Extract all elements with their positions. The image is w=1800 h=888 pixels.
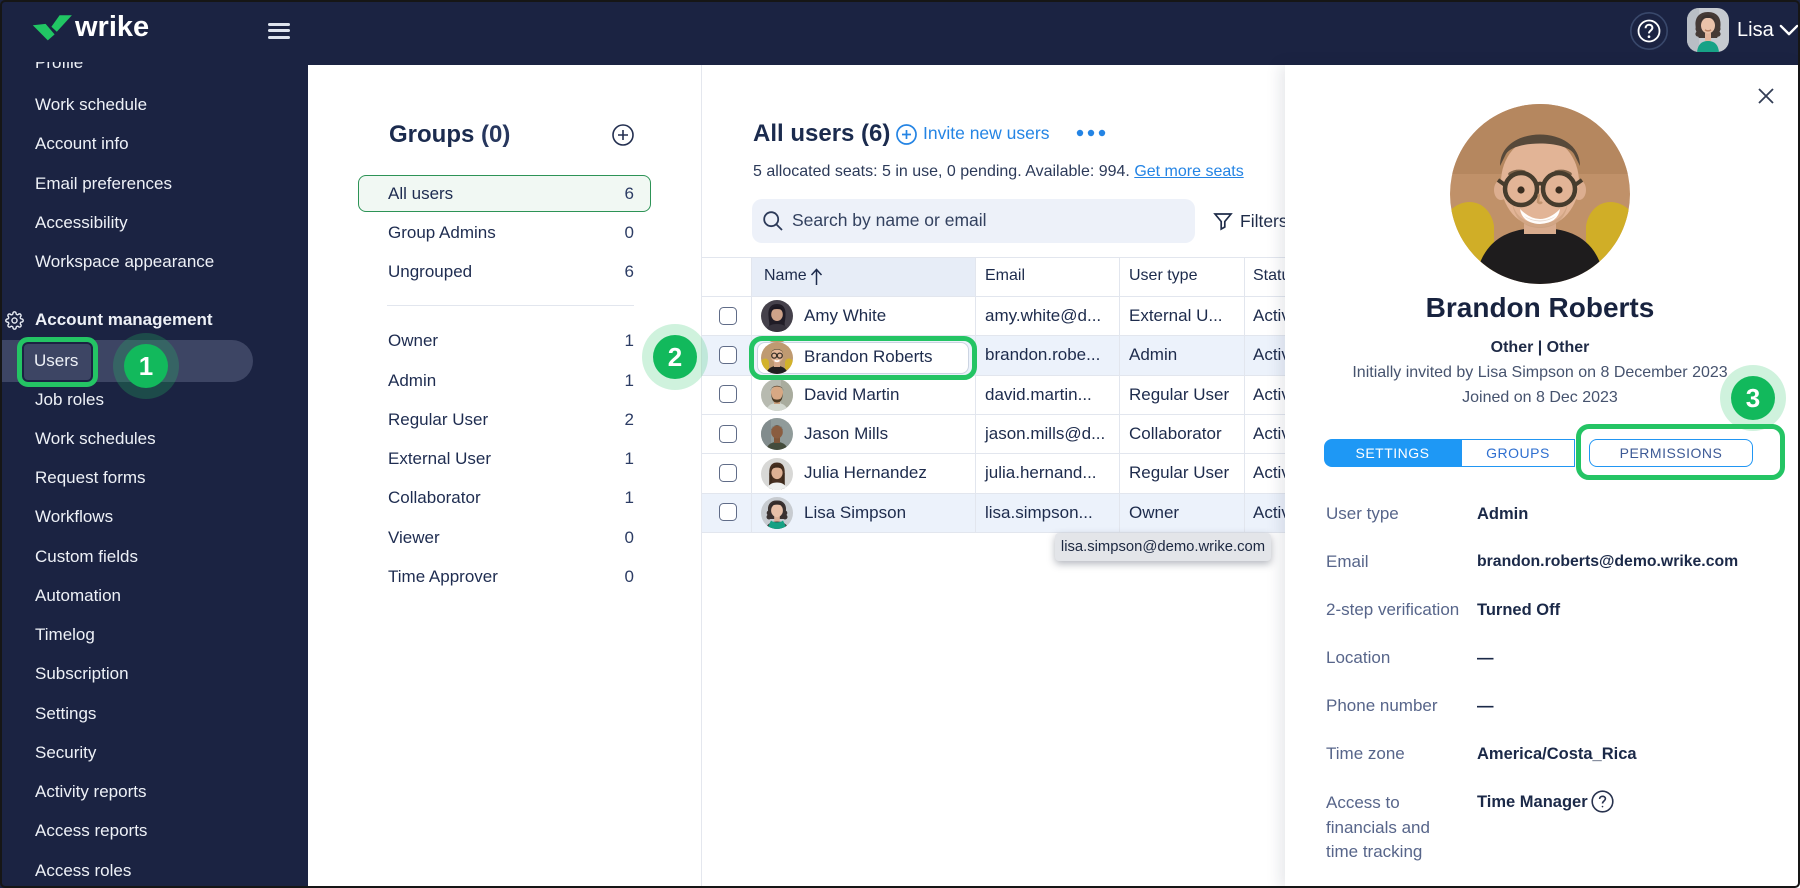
svg-text:wrike: wrike	[74, 11, 149, 41]
